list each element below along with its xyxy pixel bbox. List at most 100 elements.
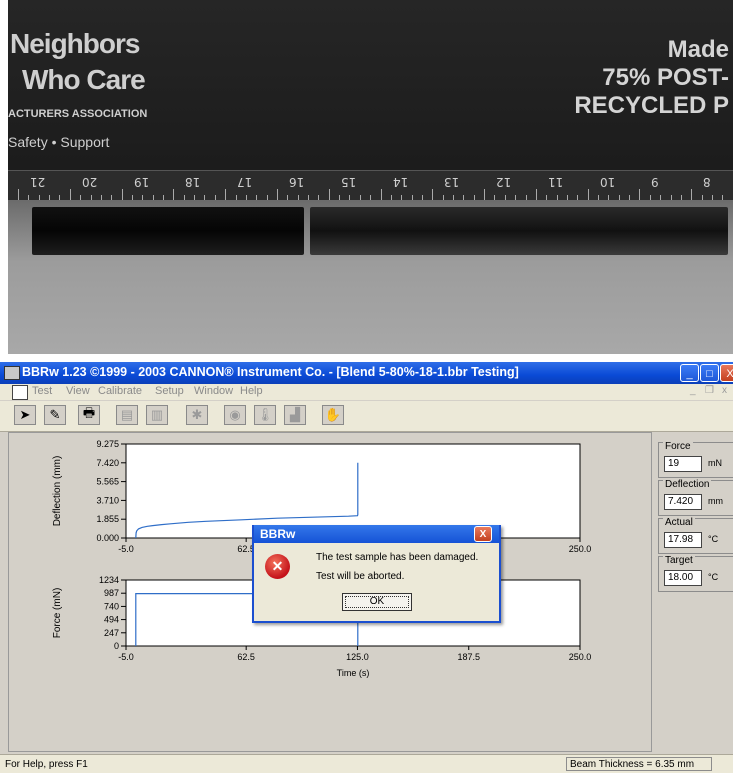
menu-calibrate[interactable]: Calibrate — [98, 385, 142, 397]
ruler-number: 18 — [185, 175, 201, 189]
actual-temp-group: Actual 17.98 °C — [658, 517, 733, 554]
run-icon[interactable]: ➤ — [14, 405, 36, 425]
status-help-text: For Help, press F1 — [5, 759, 88, 770]
ok-button[interactable]: OK — [342, 593, 412, 611]
dialog-message: The test sample has been damaged. — [316, 552, 479, 563]
ruler-number: 11 — [547, 175, 564, 189]
menu-setup[interactable]: Setup — [155, 385, 184, 397]
x-tick-label: 125.0 — [346, 652, 369, 662]
ruler-number: 19 — [133, 175, 149, 189]
actual-temp-unit: °C — [708, 534, 719, 544]
x-tick-label: 250.0 — [569, 652, 592, 662]
deflection-value: 7.420 — [664, 494, 702, 510]
error-icon: ✕ — [265, 554, 290, 579]
target-temp-unit: °C — [708, 572, 719, 582]
menu-view[interactable]: View — [66, 385, 90, 397]
force-group: Force 19 mN — [658, 441, 733, 478]
y-tick-label: 3.710 — [96, 495, 119, 505]
target-temp-value: 18.00 — [664, 570, 702, 586]
x-tick-label: 250.0 — [569, 544, 592, 554]
title-bar[interactable]: BBRw 1.23 ©1999 - 2003 CANNON® Instrumen… — [0, 362, 733, 384]
target-temp-group: Target 18.00 °C — [658, 555, 733, 592]
photo-ruler: 21 20 19 18 17 16 15 14 13 12 11 10 9 8 — [8, 170, 733, 201]
x-tick-label: 187.5 — [457, 652, 480, 662]
menu-window[interactable]: Window — [194, 385, 233, 397]
photo-recycled-text: RECYCLED P — [574, 92, 729, 119]
compare-icon[interactable]: ▥ — [146, 405, 168, 425]
document-icon[interactable] — [12, 385, 28, 400]
force-label: Force — [663, 441, 693, 452]
mdi-minimize-button[interactable]: _ — [690, 385, 696, 396]
actual-temp-value: 17.98 — [664, 532, 702, 548]
dialog-title-bar[interactable]: BBRw X — [254, 525, 499, 543]
minimize-button[interactable]: _ — [680, 364, 699, 382]
error-dialog: BBRw X ✕ The test sample has been damage… — [252, 525, 501, 623]
toolbar: ➤ ✎ 🖶 ▤ ▥ ✱ ◉ 🌡 ▟ ✋ — [0, 401, 733, 432]
dialog-message: Test will be aborted. — [316, 571, 405, 582]
ruler-number: 17 — [237, 175, 253, 189]
close-button[interactable]: X — [720, 364, 733, 382]
photo-beam-piece-right — [310, 207, 728, 255]
y-axis-label: Force (mN) — [52, 588, 63, 639]
photo-brand-text: Who Care — [22, 64, 146, 95]
open-icon[interactable]: ✎ — [44, 405, 66, 425]
menu-bar: Test View Calibrate Setup Window Help _ … — [0, 384, 733, 400]
y-axis-label: Deflection (mm) — [52, 456, 63, 527]
photo-brand-text: ACTURERS ASSOCIATION — [8, 108, 148, 120]
mdi-close-button[interactable]: x — [722, 385, 727, 396]
photo-beam-sample: Neighbors Who Care ACTURERS ASSOCIATION … — [8, 0, 733, 354]
ruler-number: 15 — [340, 175, 356, 189]
photo-ruler-board: Neighbors Who Care ACTURERS ASSOCIATION … — [8, 0, 733, 201]
photo-brand-text: Neighbors — [10, 28, 140, 59]
dialog-close-button[interactable]: X — [474, 526, 492, 542]
x-axis-label: Time (s) — [337, 668, 370, 678]
y-tick-label: 247 — [104, 628, 119, 638]
maximize-button[interactable]: □ — [700, 364, 719, 382]
x-tick-label: -5.0 — [118, 652, 134, 662]
y-tick-label: 740 — [104, 601, 119, 611]
photo-recycled-text: 75% POST- — [602, 64, 729, 91]
print-icon[interactable]: 🖶 — [78, 405, 100, 425]
y-tick-label: 5.565 — [96, 477, 119, 487]
bbrw-window: BBRw 1.23 ©1999 - 2003 CANNON® Instrumen… — [0, 362, 733, 773]
deflection-unit: mm — [708, 496, 723, 506]
menu-help[interactable]: Help — [240, 385, 263, 397]
deflection-label: Deflection — [663, 479, 712, 490]
y-tick-label: 494 — [104, 615, 119, 625]
calibrate-icon[interactable]: ✱ — [186, 405, 208, 425]
actual-temp-label: Actual — [663, 517, 695, 528]
y-tick-label: 1234 — [99, 575, 119, 585]
y-tick-label: 1.855 — [96, 514, 119, 524]
ruler-number: 12 — [496, 175, 512, 189]
menu-test[interactable]: Test — [32, 385, 52, 397]
ruler-number: 9 — [651, 175, 660, 189]
photo-brand-text: Safety • Support — [8, 134, 110, 150]
app-icon — [4, 366, 20, 380]
status-beam-thickness: Beam Thickness = 6.35 mm — [566, 757, 712, 771]
mdi-restore-button[interactable]: ❐ — [705, 385, 714, 396]
y-tick-label: 9.275 — [96, 439, 119, 449]
ruler-number: 16 — [288, 175, 305, 189]
dialog-title: BBRw — [260, 527, 296, 541]
y-tick-label: 7.420 — [96, 458, 119, 468]
ruler-number: 13 — [444, 175, 460, 189]
report-icon[interactable]: ▤ — [116, 405, 138, 425]
camera-icon[interactable]: ◉ — [224, 405, 246, 425]
ruler-number: 8 — [703, 175, 711, 189]
ruler-number: 20 — [81, 175, 98, 189]
y-tick-label: 0 — [114, 641, 119, 651]
target-temp-label: Target — [663, 555, 695, 566]
plot-frame — [125, 443, 581, 539]
ruler-number: 21 — [30, 175, 46, 189]
stop-hand-icon[interactable]: ✋ — [322, 405, 344, 425]
thermometer-icon[interactable]: 🌡 — [254, 405, 276, 425]
status-bar: For Help, press F1 Beam Thickness = 6.35… — [0, 754, 733, 773]
beam-icon[interactable]: ▟ — [284, 405, 306, 425]
y-tick-label: 0.000 — [96, 533, 119, 543]
deflection-group: Deflection 7.420 mm — [658, 479, 733, 516]
force-value: 19 — [664, 456, 702, 472]
side-panel: Force 19 mN Deflection 7.420 mm Actual 1… — [654, 432, 733, 752]
x-tick-label: 62.5 — [237, 652, 255, 662]
photo-recycled-text: Made — [667, 36, 729, 63]
force-unit: mN — [708, 458, 722, 468]
